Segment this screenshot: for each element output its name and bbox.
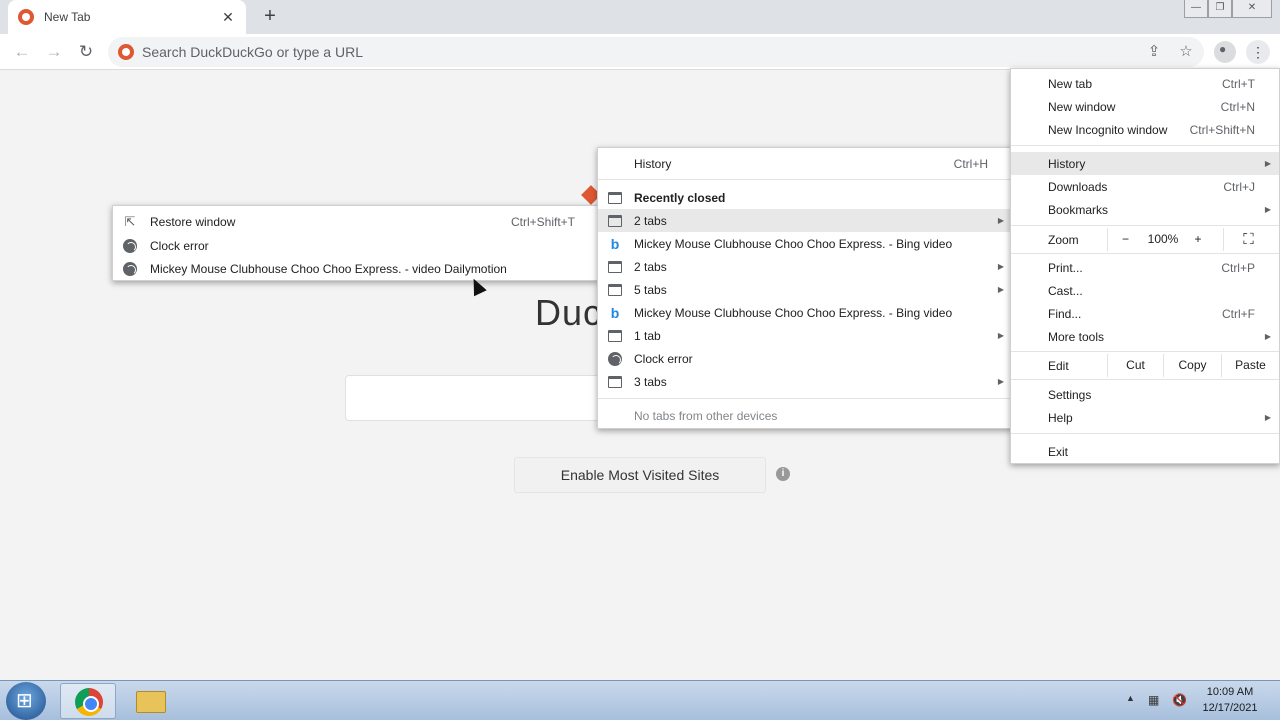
- menu-cast[interactable]: Cast...: [1011, 279, 1279, 302]
- share-icon[interactable]: ⇪: [1144, 42, 1164, 62]
- menu-zoom-row: Zoom − 100% + ⛶: [1011, 228, 1279, 251]
- bing-icon: b: [610, 235, 620, 252]
- title-bar: New Tab ✕ + — ❐ ✕: [0, 0, 1280, 34]
- menu-settings[interactable]: Settings: [1011, 383, 1279, 406]
- toolbar: ← → ↻ Search DuckDuckGo or type a URL ⇪ …: [0, 34, 1280, 70]
- reload-button[interactable]: ↻: [74, 40, 98, 64]
- globe-icon: [608, 351, 622, 366]
- submenu-arrow-icon: ▶: [997, 377, 1004, 386]
- tabs-icon: [608, 214, 622, 227]
- taskbar-explorer[interactable]: [122, 683, 178, 719]
- tabs-icon: [608, 260, 622, 273]
- tabs-icon: [608, 191, 622, 204]
- menu-history[interactable]: History ▶: [1011, 152, 1279, 175]
- menu-more-tools[interactable]: More tools ▶: [1011, 325, 1279, 348]
- clock-time: 10:09 AM: [1206, 686, 1254, 698]
- system-clock[interactable]: 10:09 AM 12/17/2021: [1196, 684, 1264, 716]
- restore-window-item[interactable]: ⇱ Restore window Ctrl+Shift+T: [113, 210, 597, 233]
- menu-exit[interactable]: Exit: [1011, 440, 1279, 463]
- restore-window-icon: ⇱: [124, 213, 136, 229]
- submenu-arrow-icon: ▶: [1264, 332, 1271, 341]
- recent-window-submenu: ⇱ Restore window Ctrl+Shift+T Clock erro…: [112, 205, 598, 281]
- start-button[interactable]: [6, 682, 46, 720]
- copy-button[interactable]: Copy: [1163, 354, 1221, 377]
- tab-close-icon[interactable]: ✕: [220, 9, 236, 26]
- tray-expand-icon[interactable]: ▲: [1126, 693, 1135, 703]
- recent-item-clock-error[interactable]: Clock error: [598, 347, 1012, 370]
- submenu-arrow-icon: ▶: [997, 331, 1004, 340]
- windows-taskbar: ▲ ▦ 🔇 10:09 AM 12/17/2021: [0, 680, 1280, 720]
- zoom-level: 100%: [1147, 232, 1179, 246]
- recent-item-2-tabs[interactable]: 2 tabs ▶: [598, 255, 1012, 278]
- search-input[interactable]: [345, 375, 615, 421]
- chrome-menu-button[interactable]: ⋮: [1246, 40, 1270, 64]
- menu-edit-row: Edit Cut Copy Paste: [1011, 354, 1279, 377]
- duckduckgo-favicon-icon: [18, 9, 34, 25]
- volume-muted-icon[interactable]: 🔇: [1172, 693, 1187, 707]
- menu-help[interactable]: Help ▶: [1011, 406, 1279, 429]
- folder-icon: [136, 691, 166, 713]
- submenu-arrow-icon: ▶: [1264, 413, 1271, 422]
- no-tabs-from-other-devices: No tabs from other devices: [634, 408, 778, 423]
- recently-closed-header: Recently closed: [598, 186, 1012, 209]
- paste-button[interactable]: Paste: [1221, 354, 1279, 377]
- submenu-arrow-icon: ▶: [997, 285, 1004, 294]
- recent-item-bing-video[interactable]: b Mickey Mouse Clubhouse Choo Choo Expre…: [598, 232, 1012, 255]
- forward-button[interactable]: →: [42, 40, 66, 64]
- submenu-arrow-icon: ▶: [997, 262, 1004, 271]
- enable-most-visited-button[interactable]: Enable Most Visited Sites: [514, 457, 766, 493]
- recent-item-bing-video[interactable]: b Mickey Mouse Clubhouse Choo Choo Expre…: [598, 301, 1012, 324]
- menu-new-window[interactable]: New window Ctrl+N: [1011, 95, 1279, 118]
- recent-item-dailymotion[interactable]: Mickey Mouse Clubhouse Choo Choo Express…: [113, 257, 597, 280]
- maximize-button[interactable]: ❐: [1208, 0, 1232, 18]
- submenu-arrow-icon: ▶: [997, 216, 1004, 225]
- info-icon[interactable]: i: [776, 467, 790, 481]
- zoom-in-button[interactable]: +: [1183, 228, 1213, 251]
- back-button[interactable]: ←: [10, 40, 34, 64]
- close-window-button[interactable]: ✕: [1232, 0, 1272, 18]
- omnibox-placeholder: Search DuckDuckGo or type a URL: [142, 44, 363, 60]
- history-submenu: History Ctrl+H Recently closed 2 tabs ▶ …: [597, 147, 1013, 429]
- recent-item-clock-error[interactable]: Clock error: [113, 234, 597, 257]
- zoom-out-button[interactable]: −: [1107, 228, 1143, 251]
- menu-new-tab[interactable]: New tab Ctrl+T: [1011, 72, 1279, 95]
- network-icon[interactable]: ▦: [1148, 693, 1159, 707]
- recent-item-1-tab[interactable]: 1 tab ▶: [598, 324, 1012, 347]
- clock-date: 12/17/2021: [1202, 702, 1258, 714]
- tabs-icon: [608, 329, 622, 342]
- tabs-icon: [608, 283, 622, 296]
- duckduckgo-icon: [118, 44, 134, 60]
- tab-new-tab[interactable]: New Tab ✕: [8, 0, 246, 34]
- minimize-button[interactable]: —: [1184, 0, 1208, 18]
- menu-downloads[interactable]: Downloads Ctrl+J: [1011, 175, 1279, 198]
- globe-icon: [123, 238, 137, 253]
- history-item[interactable]: History Ctrl+H: [598, 152, 1012, 175]
- menu-new-incognito-window[interactable]: New Incognito window Ctrl+Shift+N: [1011, 118, 1279, 141]
- tab-title: New Tab: [44, 10, 91, 24]
- new-tab-button[interactable]: +: [258, 5, 282, 29]
- recent-item-5-tabs[interactable]: 5 tabs ▶: [598, 278, 1012, 301]
- submenu-arrow-icon: ▶: [1264, 159, 1271, 168]
- recent-item-2-tabs[interactable]: 2 tabs ▶: [598, 209, 1012, 232]
- chrome-main-menu: New tab Ctrl+T New window Ctrl+N New Inc…: [1010, 68, 1280, 464]
- chrome-icon: [75, 688, 103, 716]
- globe-icon: [123, 261, 137, 276]
- taskbar-chrome[interactable]: [60, 683, 116, 719]
- menu-print[interactable]: Print... Ctrl+P: [1011, 256, 1279, 279]
- duckduckgo-logo-text: Duc: [535, 292, 603, 333]
- recent-item-3-tabs[interactable]: 3 tabs ▶: [598, 370, 1012, 393]
- omnibox[interactable]: Search DuckDuckGo or type a URL: [108, 37, 1204, 67]
- cut-button[interactable]: Cut: [1107, 354, 1163, 377]
- profile-avatar[interactable]: [1214, 41, 1236, 63]
- menu-bookmarks[interactable]: Bookmarks ▶: [1011, 198, 1279, 221]
- menu-find[interactable]: Find... Ctrl+F: [1011, 302, 1279, 325]
- bing-icon: b: [610, 304, 620, 321]
- tabs-icon: [608, 375, 622, 388]
- submenu-arrow-icon: ▶: [1264, 205, 1271, 214]
- fullscreen-icon[interactable]: ⛶: [1223, 228, 1273, 251]
- bookmark-star-icon[interactable]: ☆: [1176, 42, 1196, 62]
